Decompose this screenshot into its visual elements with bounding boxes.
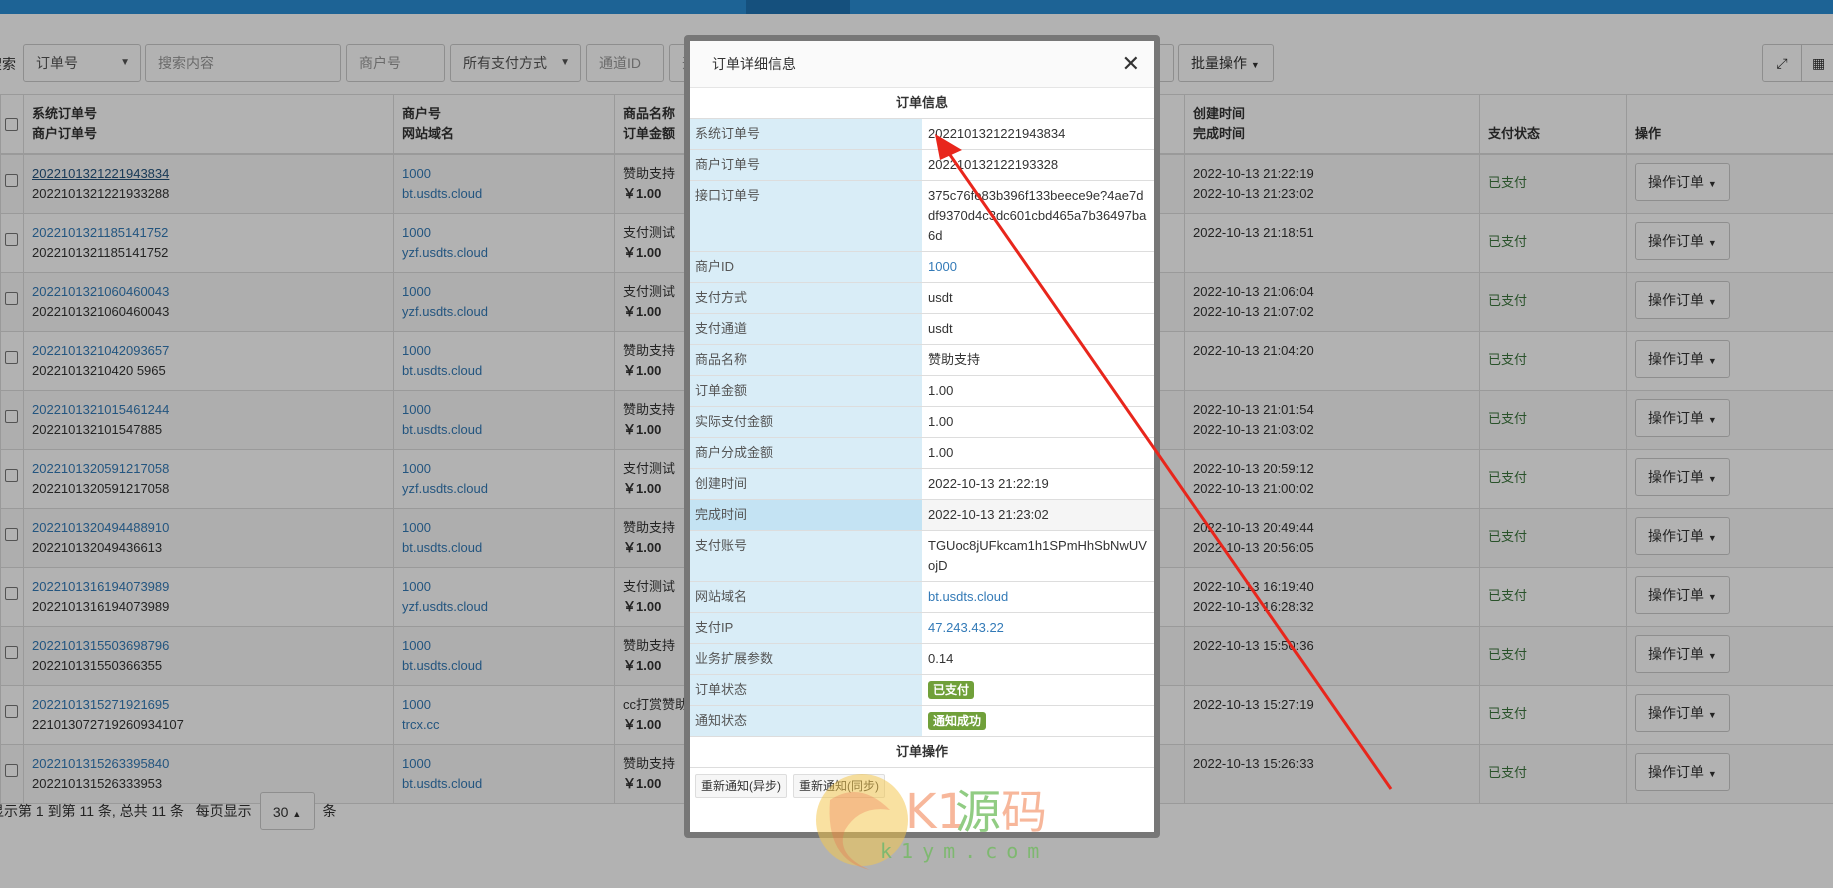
detail-value-cell: 0.14: [922, 643, 1154, 675]
detail-value: 2022101321221943834: [928, 126, 1066, 141]
detail-value-cell: 2022-10-13 21:23:02: [922, 499, 1154, 531]
detail-value: usdt: [928, 321, 953, 336]
detail-label: 支付方式: [690, 282, 922, 314]
detail-value: 1.00: [928, 445, 954, 460]
detail-label: 商户ID: [690, 251, 922, 283]
detail-value-cell: 1.00: [922, 406, 1154, 438]
detail-value: 375c76fe83b396f133beece9e?4ae7ddf9370d4c…: [928, 188, 1147, 243]
detail-value: 1.00: [928, 414, 954, 429]
detail-value-cell: 2022-10-13 21:22:19: [922, 468, 1154, 500]
detail-value-cell: bt.usdts.cloud: [922, 581, 1154, 613]
detail-value: 2022-10-13 21:22:19: [928, 476, 1049, 491]
detail-row: 网站域名 bt.usdts.cloud: [690, 581, 1154, 613]
order-detail-modal: 订单详细信息 ✕ 订单信息 系统订单号 2022101321221943834 商户…: [684, 35, 1160, 838]
modal-header: 订单详细信息 ✕: [690, 41, 1154, 88]
detail-value: 1.00: [928, 383, 954, 398]
detail-row: 接口订单号 375c76fe83b396f133beece9e?4ae7ddf93…: [690, 180, 1154, 252]
detail-row: 支付账号 TGUoc8jUFkcam1h1SPmHhSbNwUVojD: [690, 530, 1154, 582]
detail-value-cell: 1.00: [922, 437, 1154, 469]
detail-value-cell: 2022101321221943834: [922, 118, 1154, 150]
detail-row: 创建时间 2022-10-13 21:22:19: [690, 468, 1154, 500]
detail-row: 业务扩展参数 0.14: [690, 643, 1154, 675]
detail-value-cell: 1000: [922, 251, 1154, 283]
detail-label: 实际支付金额: [690, 406, 922, 438]
detail-value-cell: TGUoc8jUFkcam1h1SPmHhSbNwUVojD: [922, 530, 1154, 582]
detail-value-cell: usdt: [922, 282, 1154, 314]
section-order-info: 订单信息: [690, 88, 1154, 119]
detail-value: 0.14: [928, 651, 954, 666]
detail-value: 赞助支持: [928, 352, 981, 367]
renotify-sync-button[interactable]: 重新通知(同步): [793, 774, 885, 798]
detail-value-cell: 赞助支持: [922, 344, 1154, 376]
detail-row: 支付通道 usdt: [690, 313, 1154, 345]
detail-row: 订单状态 已支付: [690, 674, 1154, 706]
detail-row: 系统订单号 2022101321221943834: [690, 118, 1154, 150]
modal-title: 订单详细信息: [712, 56, 796, 72]
order-ops-cell: 重新通知(异步) 重新通知(同步): [690, 767, 1154, 798]
status-badge: 已支付: [928, 681, 975, 699]
detail-row: 支付方式 usdt: [690, 282, 1154, 314]
detail-label: 接口订单号: [690, 180, 922, 252]
detail-row: 支付IP 47.243.43.22: [690, 612, 1154, 644]
detail-value: usdt: [928, 290, 953, 305]
detail-value-cell: 47.243.43.22: [922, 612, 1154, 644]
detail-row: 完成时间 2022-10-13 21:23:02: [690, 499, 1154, 531]
detail-row: 商户分成金额 1.00: [690, 437, 1154, 469]
detail-label: 支付账号: [690, 530, 922, 582]
detail-label: 商户分成金额: [690, 437, 922, 469]
detail-value-cell: usdt: [922, 313, 1154, 345]
detail-value-cell: 通知成功: [922, 705, 1154, 737]
detail-row: 实际支付金额 1.00: [690, 406, 1154, 438]
detail-label: 网站域名: [690, 581, 922, 613]
detail-label: 通知状态: [690, 705, 922, 737]
detail-row: 商品名称 赞助支持: [690, 344, 1154, 376]
detail-label: 订单状态: [690, 674, 922, 706]
renotify-async-button[interactable]: 重新通知(异步): [695, 774, 787, 798]
detail-row: 商户订单号 202210132122193328: [690, 149, 1154, 181]
detail-value: 202210132122193328: [928, 157, 1059, 172]
section-order-ops: 订单操作: [690, 736, 1154, 768]
detail-link[interactable]: bt.usdts.cloud: [928, 589, 1008, 604]
detail-value-cell: 202210132122193328: [922, 149, 1154, 181]
detail-value-cell: 已支付: [922, 674, 1154, 706]
detail-label: 商户订单号: [690, 149, 922, 181]
detail-row: 商户ID 1000: [690, 251, 1154, 283]
detail-link[interactable]: 47.243.43.22: [928, 620, 1004, 635]
detail-value: 2022-10-13 21:23:02: [928, 507, 1049, 522]
detail-value: TGUoc8jUFkcam1h1SPmHhSbNwUVojD: [928, 538, 1147, 573]
detail-label: 商品名称: [690, 344, 922, 376]
detail-label: 创建时间: [690, 468, 922, 500]
detail-label: 支付IP: [690, 612, 922, 644]
detail-value-cell: 375c76fe83b396f133beece9e?4ae7ddf9370d4c…: [922, 180, 1154, 252]
detail-label: 系统订单号: [690, 118, 922, 150]
detail-label: 完成时间: [690, 499, 922, 531]
detail-row: 通知状态 通知成功: [690, 705, 1154, 737]
status-badge: 通知成功: [928, 712, 987, 730]
detail-label: 业务扩展参数: [690, 643, 922, 675]
detail-label: 订单金额: [690, 375, 922, 407]
detail-link[interactable]: 1000: [928, 259, 957, 274]
close-icon[interactable]: ✕: [1122, 41, 1140, 87]
order-detail-table: 订单信息 系统订单号 2022101321221943834 商户订单号 202210…: [690, 88, 1154, 798]
detail-value-cell: 1.00: [922, 375, 1154, 407]
detail-label: 支付通道: [690, 313, 922, 345]
detail-row: 订单金额 1.00: [690, 375, 1154, 407]
